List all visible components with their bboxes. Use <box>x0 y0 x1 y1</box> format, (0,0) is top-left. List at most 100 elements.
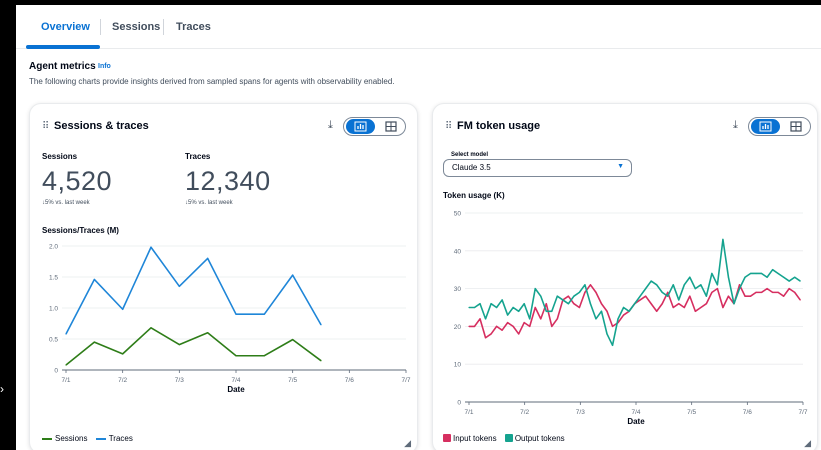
data-point <box>523 322 525 324</box>
data-point <box>727 295 730 297</box>
y-tick-label: 10 <box>454 362 462 369</box>
data-point <box>716 288 719 290</box>
data-point <box>556 318 558 320</box>
info-link[interactable]: Info <box>98 63 111 70</box>
drag-handle-icon[interactable]: ⠿ <box>445 121 452 132</box>
data-point <box>207 257 209 259</box>
sessions-traces-card: ⠿ Sessions & traces ⤓ Sessions 4,520 ↓5%… <box>29 103 418 450</box>
legend-item-sessions[interactable]: Sessions <box>42 434 87 443</box>
x-tick-label: 7/4 <box>631 409 640 416</box>
data-point <box>683 284 685 286</box>
data-point <box>584 291 586 293</box>
x-axis-title: Date <box>227 385 245 394</box>
x-tick-label: 7/7 <box>798 409 807 416</box>
y-tick-label: 40 <box>454 248 462 255</box>
data-point <box>772 269 774 271</box>
data-point <box>573 295 575 297</box>
data-point <box>320 324 322 326</box>
data-point <box>122 308 124 310</box>
data-point <box>65 333 67 335</box>
data-point <box>755 272 757 275</box>
data-point <box>650 303 652 305</box>
data-point <box>661 291 663 293</box>
table-view-button[interactable] <box>378 119 404 134</box>
kpi-value-sessions: 4,520 <box>42 166 113 196</box>
chart-legend: Input tokens Output tokens <box>443 434 571 443</box>
kpi-delta-sessions: ↓5% vs. last week <box>42 200 90 206</box>
data-point <box>783 295 785 297</box>
data-point <box>595 291 597 293</box>
drag-handle-icon[interactable]: ⠿ <box>42 121 49 132</box>
download-icon[interactable]: ⤓ <box>328 119 333 132</box>
y-tick-label: 20 <box>454 324 462 331</box>
table-view-button[interactable] <box>783 119 809 134</box>
data-point <box>794 291 796 293</box>
data-point <box>207 332 209 334</box>
data-point <box>766 288 768 290</box>
data-point <box>496 325 498 327</box>
model-select[interactable]: Claude 3.5 ▼ <box>443 159 632 177</box>
data-point <box>512 306 514 309</box>
data-point <box>639 295 641 297</box>
chart-view-button[interactable] <box>751 119 780 134</box>
data-point <box>523 303 525 305</box>
data-point <box>634 303 636 305</box>
chart-view-button[interactable] <box>346 119 375 134</box>
data-point <box>656 284 658 286</box>
data-point <box>292 274 294 276</box>
data-point <box>716 284 719 286</box>
legend-item-traces[interactable]: Traces <box>95 434 133 443</box>
data-point <box>556 295 558 297</box>
data-point <box>667 291 669 293</box>
legend-item-input-tokens[interactable]: Input tokens <box>443 434 497 443</box>
tab-overview[interactable]: Overview <box>41 5 90 49</box>
data-point <box>501 299 503 301</box>
resize-handle-icon[interactable]: ◢ <box>404 438 411 449</box>
data-point <box>468 306 470 309</box>
data-point <box>760 272 763 275</box>
data-point <box>178 285 180 287</box>
sessions-traces-chart: 0 0.5 1.0 1.5 2.0 7/1 7/2 7/3 7/4 7/5 7/6 7/7 Date <box>49 244 411 395</box>
data-point <box>490 303 492 305</box>
data-point <box>490 333 492 335</box>
data-point <box>656 310 658 312</box>
tab-sessions[interactable]: Sessions <box>112 5 160 49</box>
data-point <box>689 276 691 278</box>
y-axis-title: Token usage (K) <box>443 191 505 200</box>
download-icon[interactable]: ⤓ <box>733 119 738 132</box>
x-tick-label: 7/2 <box>520 409 529 416</box>
data-point <box>788 288 790 290</box>
y-tick-label: 1.5 <box>49 275 58 282</box>
legend-swatch <box>504 434 513 442</box>
data-point <box>178 343 180 346</box>
data-point <box>479 318 481 320</box>
token-usage-chart: 0 10 20 30 40 50 7/1 7/2 7/3 7/4 7/5 7/6 7/7 Date <box>454 211 808 427</box>
series-line-traces <box>65 246 322 335</box>
data-point <box>678 303 680 305</box>
chart-icon <box>759 121 772 132</box>
y-tick-label: 0 <box>54 368 58 375</box>
view-toggle <box>748 117 811 136</box>
data-point <box>777 291 779 293</box>
data-point <box>606 333 608 335</box>
data-point <box>507 314 509 316</box>
data-point <box>645 288 647 290</box>
data-point <box>628 310 630 312</box>
data-point <box>794 276 796 278</box>
kpi-value-traces: 12,340 <box>185 166 271 196</box>
data-point <box>678 299 680 301</box>
data-point <box>518 310 520 312</box>
x-tick-label: 7/3 <box>576 409 585 416</box>
resize-handle-icon[interactable]: ◢ <box>804 438 811 449</box>
data-point <box>529 318 531 320</box>
tab-traces[interactable]: Traces <box>176 5 211 49</box>
x-tick-label: 7/6 <box>345 377 354 384</box>
data-point <box>501 329 503 331</box>
data-point <box>722 238 724 241</box>
legend-swatch <box>443 434 451 442</box>
data-point <box>606 310 608 312</box>
legend-item-output-tokens[interactable]: Output tokens <box>504 434 565 443</box>
caret-down-icon: ▼ <box>617 163 624 170</box>
data-point <box>534 306 536 309</box>
select-model-label: Select model <box>451 152 489 158</box>
